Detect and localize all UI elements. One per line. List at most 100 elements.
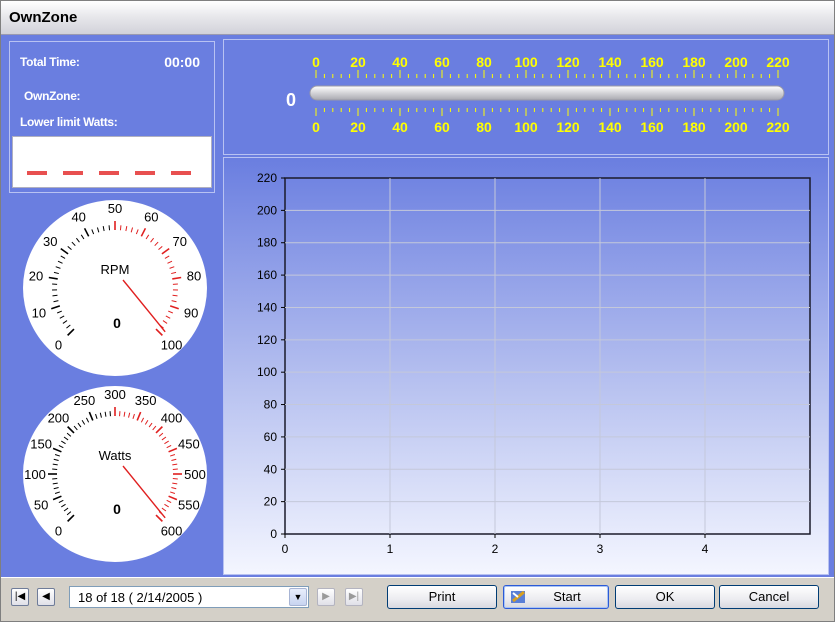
watts-chart: 0 20 40 60 80 100 120 140 160 180 200 220 0 1 2 3 4 — [257, 171, 811, 556]
prev-record-button[interactable]: ◀ — [37, 588, 55, 606]
rpm-tick-label: 80 — [187, 268, 201, 283]
scale-top-label: 100 — [514, 54, 538, 70]
info-panel: Total Time: 00:00 OwnZone: Lower limit W… — [9, 41, 215, 193]
watts-tick-label: 400 — [161, 410, 183, 425]
chart-y-tick-label: 220 — [257, 171, 277, 185]
scale-top-label: 0 — [312, 54, 320, 70]
chart-y-tick-label: 200 — [257, 203, 277, 217]
next-record-button[interactable]: ▶ — [317, 588, 335, 606]
rpm-tick-label: 10 — [32, 306, 46, 321]
watts-tick-label: 600 — [161, 524, 183, 539]
rpm-tick-label: 20 — [29, 268, 43, 283]
chart-panel: 0 20 40 60 80 100 120 140 160 180 200 220 0 1 2 3 4 — [223, 157, 829, 575]
watts-label: Watts — [99, 448, 132, 463]
chart-y-tick-label: 40 — [264, 462, 278, 476]
rpm-tick — [52, 294, 58, 297]
start-button[interactable]: Start — [503, 585, 609, 609]
chart-x-tick-label: 1 — [387, 542, 394, 556]
watts-value: 0 — [113, 501, 121, 517]
scale-value: 0 — [286, 90, 297, 110]
watts-tick-label: 150 — [30, 436, 52, 451]
scale-bottom-label: 120 — [556, 119, 580, 135]
total-time-value: 00:00 — [164, 54, 200, 70]
scale-bottom-label: 0 — [312, 119, 320, 135]
rpm-label: RPM — [101, 262, 130, 277]
rpm-value: 0 — [113, 315, 121, 331]
record-select[interactable]: 18 of 18 ( 2/14/2005 ) ▼ — [69, 586, 309, 608]
watts-tick-label: 350 — [135, 393, 157, 408]
last-record-icon: ▶| — [348, 591, 360, 602]
chart-y-tick-label: 180 — [257, 236, 277, 250]
scale-top-label: 200 — [724, 54, 748, 70]
rpm-tick-label: 70 — [172, 234, 186, 249]
print-button[interactable]: Print — [387, 585, 497, 609]
scale-bottom-label: 140 — [598, 119, 622, 135]
scale-bottom-label: 60 — [434, 119, 450, 135]
scale-bottom-label: 40 — [392, 119, 408, 135]
watts-tick-label: 300 — [104, 387, 126, 402]
watts-tick-label: 250 — [74, 393, 96, 408]
chart-y-tick-label: 100 — [257, 365, 277, 379]
scale-top-label: 20 — [350, 54, 366, 70]
total-time-label: Total Time: — [20, 55, 80, 69]
rpm-tick-label: 100 — [161, 338, 183, 353]
watts-tick-label: 100 — [24, 467, 46, 482]
cancel-button[interactable]: Cancel — [719, 585, 819, 609]
scale-top-label: 80 — [476, 54, 492, 70]
scale-bottom-label: 180 — [682, 119, 706, 135]
title-bar[interactable]: OwnZone — [1, 1, 834, 35]
last-record-button[interactable]: ▶| — [345, 588, 363, 606]
first-record-button[interactable]: |◀ — [11, 588, 29, 606]
chart-x-tick-label: 4 — [702, 542, 709, 556]
scale-track — [309, 85, 785, 101]
watts-tick-label: 0 — [55, 524, 62, 539]
scale-bottom-label: 160 — [640, 119, 664, 135]
chart-y-tick-label: 80 — [264, 398, 278, 412]
scale-bottom-label: 100 — [514, 119, 538, 135]
record-select-value: 18 of 18 ( 2/14/2005 ) — [78, 590, 203, 605]
scale-bottom-label: 220 — [766, 119, 790, 135]
scale-top-label: 140 — [598, 54, 622, 70]
chart-x-tick-label: 3 — [597, 542, 604, 556]
scale-bottom-label: 80 — [476, 119, 492, 135]
scale-top-label: 120 — [556, 54, 580, 70]
chevron-down-icon[interactable]: ▼ — [289, 588, 307, 606]
rpm-tick — [172, 294, 178, 297]
scale-top-label: 180 — [682, 54, 706, 70]
prev-record-icon: ◀ — [42, 591, 50, 602]
chart-x-tick-label: 0 — [282, 542, 289, 556]
chart-plot-area — [284, 177, 811, 535]
watts-tick-label: 550 — [178, 498, 200, 513]
chart-y-tick-label: 0 — [270, 527, 277, 541]
window-title: OwnZone — [9, 9, 78, 26]
watts-gauge: 0 50 100 150 200 250 300 350 400 450 500 550 600 Watt… — [23, 386, 207, 562]
chart-x-tick-label: 2 — [492, 542, 499, 556]
rpm-tick-label: 0 — [55, 338, 62, 353]
scale-bottom-label: 200 — [724, 119, 748, 135]
lower-limit-dash-line — [27, 171, 195, 175]
lower-limit-display — [12, 136, 212, 188]
chart-y-tick-label: 120 — [257, 333, 277, 347]
rpm-tick-label: 40 — [71, 210, 85, 225]
scale-top-label: 60 — [434, 54, 450, 70]
rpm-tick-label: 60 — [144, 210, 158, 225]
watts-scale-panel: 0 0 0 20 20 40 40 60 60 80 80 100 100 120 120 140 140 16… — [223, 39, 829, 155]
bottom-toolbar: |◀ ◀ 18 of 18 ( 2/14/2005 ) ▼ ▶ ▶| Print… — [1, 577, 834, 621]
rpm-tick-label: 30 — [43, 234, 57, 249]
watts-tick-label: 200 — [48, 410, 70, 425]
start-icon — [511, 590, 525, 603]
scale-top-label: 160 — [640, 54, 664, 70]
next-record-icon: ▶ — [322, 591, 330, 602]
chart-y-tick-label: 140 — [257, 300, 277, 314]
ok-button[interactable]: OK — [615, 585, 715, 609]
chart-y-tick-label: 60 — [264, 430, 278, 444]
watts-tick-label: 50 — [34, 498, 48, 513]
rpm-tick-label: 50 — [108, 201, 122, 216]
first-record-icon: |◀ — [14, 591, 26, 602]
scale-bottom-label: 20 — [350, 119, 366, 135]
ownzone-label: OwnZone: — [24, 89, 81, 103]
scale-top-label: 220 — [766, 54, 790, 70]
rpm-gauge: 0 10 20 30 40 50 60 70 80 90 100 RPM 0 — [23, 200, 207, 376]
watts-linear-scale: 0 0 20 20 40 40 60 60 80 80 100 100 120 120 140 140 160 1… — [309, 54, 790, 135]
watts-tick-label: 500 — [184, 467, 206, 482]
